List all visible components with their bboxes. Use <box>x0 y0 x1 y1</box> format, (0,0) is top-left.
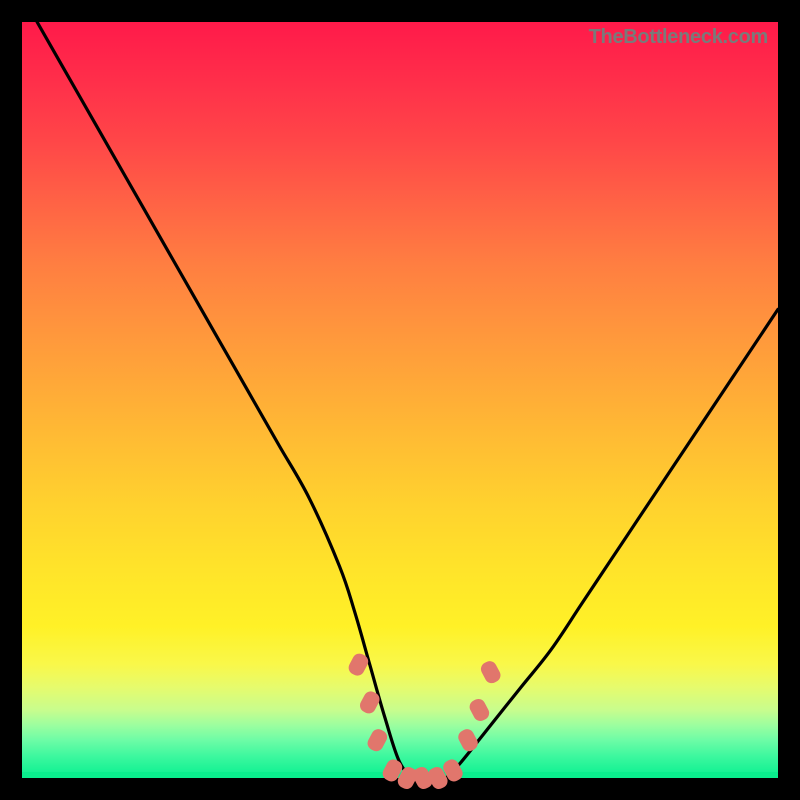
valley-markers <box>346 651 503 791</box>
bottleneck-curve <box>37 22 778 779</box>
chart-frame: TheBottleneck.com <box>0 0 800 800</box>
chart-plot-area: TheBottleneck.com <box>22 22 778 778</box>
watermark-text: TheBottleneck.com <box>589 26 768 49</box>
chart-svg <box>22 22 778 778</box>
